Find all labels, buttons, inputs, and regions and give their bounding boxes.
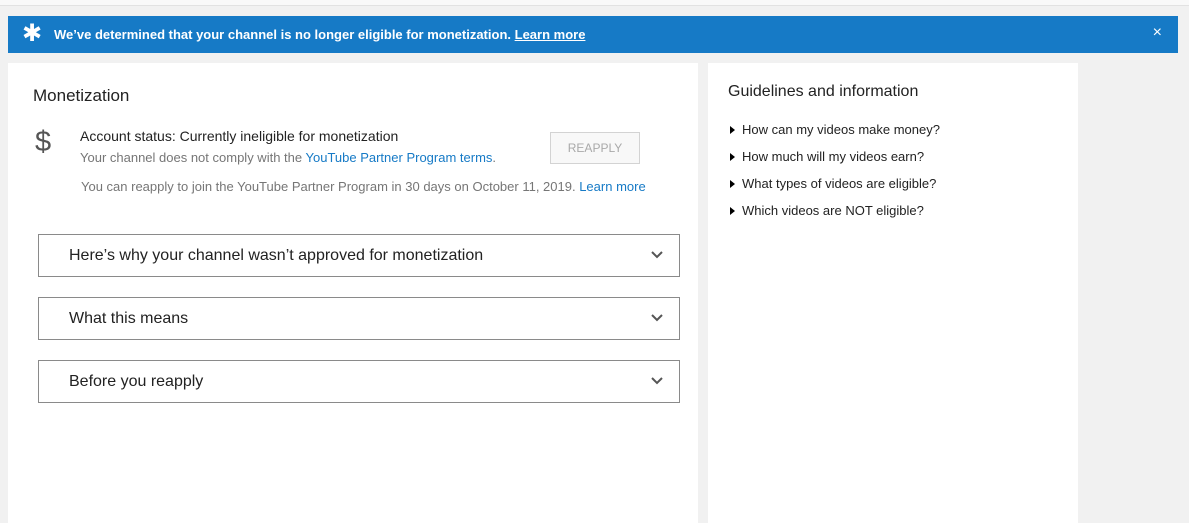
triangle-right-icon	[730, 153, 735, 161]
accordion-label: Before you reapply	[69, 373, 204, 390]
guidelines-card: Guidelines and information How can my vi…	[708, 63, 1078, 523]
banner-learn-more-link[interactable]: Learn more	[515, 27, 586, 42]
monetization-card: Monetization $ Account status: Currently…	[8, 63, 698, 523]
triangle-right-icon	[730, 180, 735, 188]
accordion-what-this-means[interactable]: What this means	[38, 297, 680, 340]
ineligibility-banner: ✱ We’ve determined that your channel is …	[8, 16, 1178, 53]
accordion-label: What this means	[69, 310, 189, 327]
reapply-button[interactable]: REAPPLY	[550, 132, 640, 164]
guideline-item-not-eligible[interactable]: Which videos are NOT eligible?	[730, 203, 940, 230]
accordion-label: Here’s why your channel wasn’t approved …	[69, 247, 484, 264]
chevron-down-icon	[651, 314, 663, 322]
star-icon: ✱	[22, 20, 43, 47]
guideline-item-make-money[interactable]: How can my videos make money?	[730, 122, 940, 149]
reapply-note: You can reapply to join the YouTube Part…	[81, 179, 646, 194]
guideline-item-label: How much will my videos earn?	[742, 149, 925, 164]
account-status-detail: Your channel does not comply with the Yo…	[80, 150, 496, 165]
reapply-learn-more-link[interactable]: Learn more	[579, 179, 645, 194]
chevron-down-icon	[651, 377, 663, 385]
dollar-icon: $	[35, 126, 52, 158]
partner-program-terms-link[interactable]: YouTube Partner Program terms	[306, 150, 493, 165]
close-icon[interactable]: ×	[1153, 25, 1162, 41]
status-detail-text: Your channel does not comply with the	[80, 150, 303, 165]
guideline-item-earnings[interactable]: How much will my videos earn?	[730, 149, 940, 176]
triangle-right-icon	[730, 207, 735, 215]
banner-message-text: We’ve determined that your channel is no…	[54, 27, 511, 42]
triangle-right-icon	[730, 126, 735, 134]
chevron-down-icon	[651, 251, 663, 259]
reapply-note-text: You can reapply to join the YouTube Part…	[81, 179, 576, 194]
accordion-why-not-approved[interactable]: Here’s why your channel wasn’t approved …	[38, 234, 680, 277]
guidelines-list: How can my videos make money? How much w…	[730, 122, 940, 230]
guideline-item-label: What types of videos are eligible?	[742, 176, 937, 191]
status-detail-period: .	[492, 150, 497, 165]
guideline-item-label: How can my videos make money?	[742, 122, 940, 137]
guidelines-title: Guidelines and information	[728, 83, 919, 100]
guideline-item-eligible-videos[interactable]: What types of videos are eligible?	[730, 176, 940, 203]
account-status: Account status: Currently ineligible for…	[80, 128, 399, 144]
accordion-before-you-reapply[interactable]: Before you reapply	[38, 360, 680, 403]
banner-message: We’ve determined that your channel is no…	[54, 27, 585, 42]
guideline-item-label: Which videos are NOT eligible?	[742, 203, 924, 218]
top-border	[0, 0, 1189, 6]
page-title: Monetization	[33, 86, 130, 105]
